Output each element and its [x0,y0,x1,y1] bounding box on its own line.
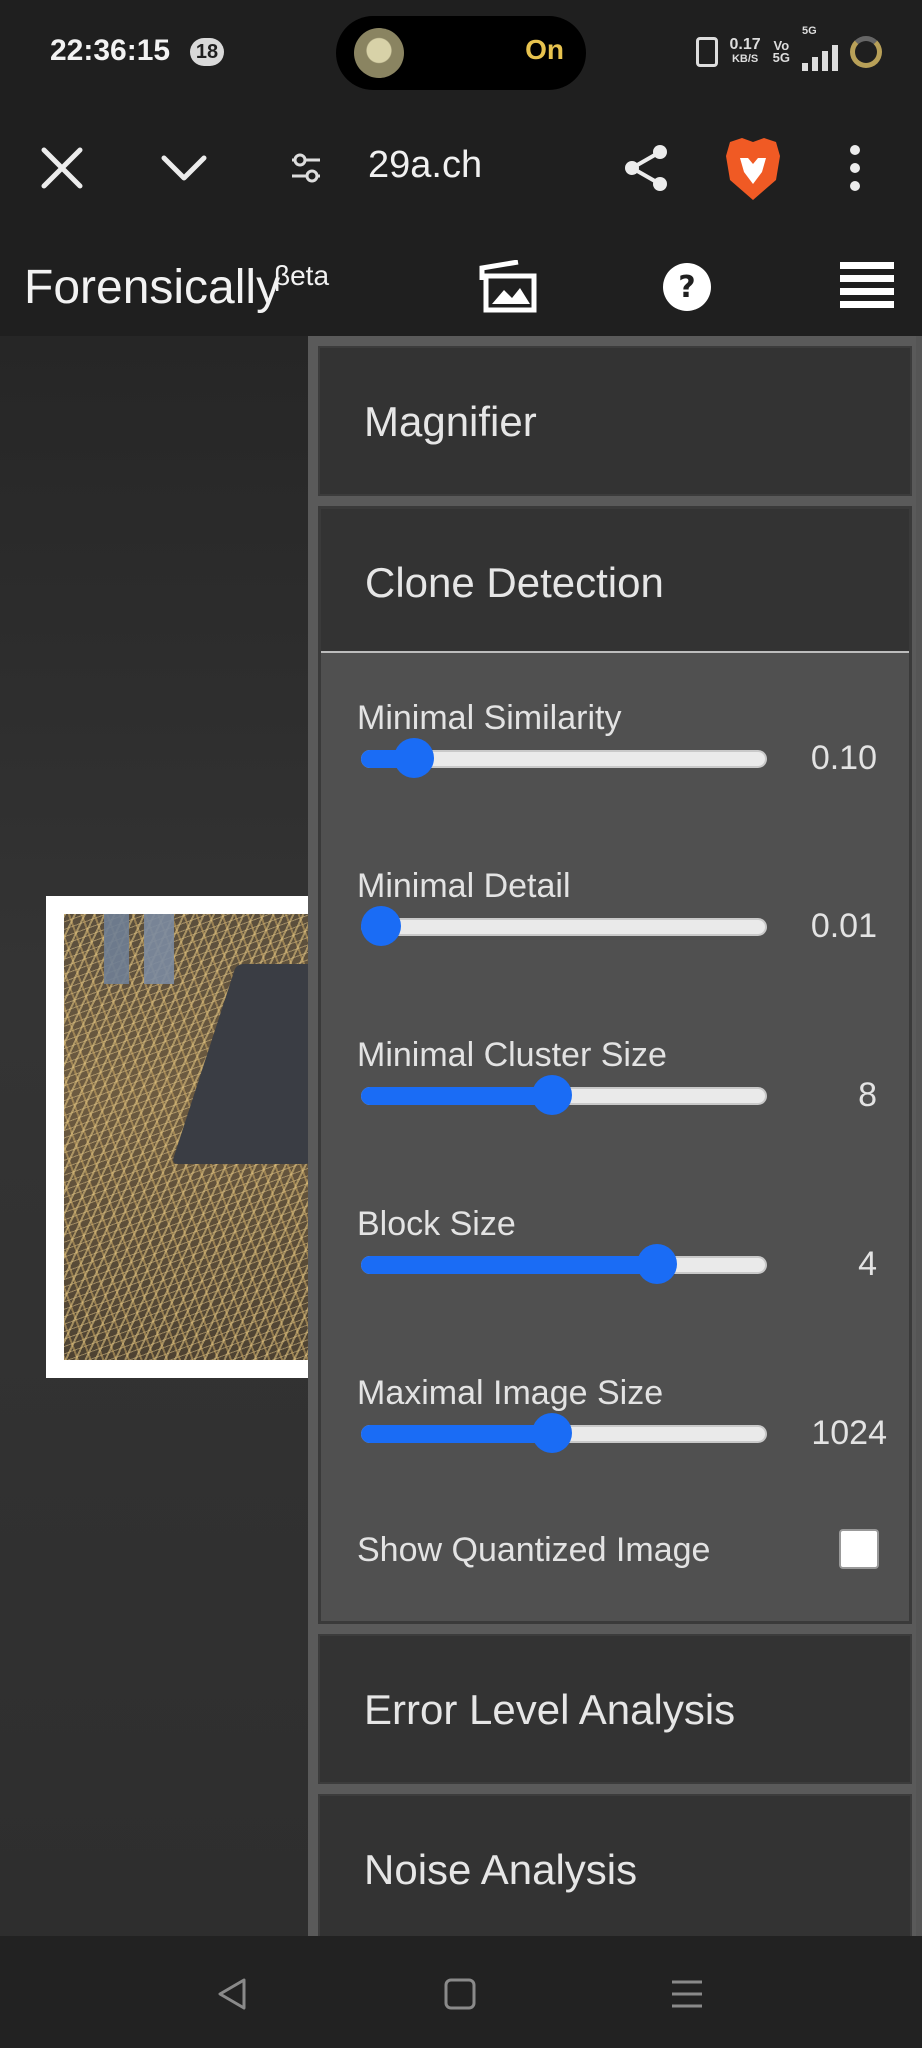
system-navigation-bar [0,1936,922,2048]
recent-apps-icon[interactable] [668,1976,706,2012]
block-size-value: 4 [858,1245,877,1283]
close-icon[interactable] [34,140,90,196]
minimal-similarity-label: Minimal Similarity [357,699,622,737]
slider-thumb[interactable] [394,738,434,778]
section-noise-analysis-title: Noise Analysis [364,1846,638,1893]
brave-shields-icon[interactable] [722,136,784,202]
network-speed: 0.17 KB/S [730,37,761,67]
show-quantized-image-label: Show Quantized Image [357,1531,711,1569]
network-speed-value: 0.17 [729,36,761,53]
section-magnifier[interactable]: Magnifier [318,346,912,496]
torch-status-text: On [525,34,564,65]
clone-detection-header[interactable]: Clone Detection [321,509,909,653]
svg-text:?: ? [678,270,695,305]
site-settings-icon[interactable] [286,148,326,188]
section-error-level-analysis-title: Error Level Analysis [364,1686,736,1733]
analyzed-image[interactable] [64,914,308,1360]
app-title: Forensically [24,261,281,314]
notification-count-badge: 18 [190,38,224,66]
maximal-image-size-slider[interactable] [361,1413,767,1453]
image-canvas[interactable] [0,336,308,1936]
browser-toolbar: 29a.ch [0,104,922,234]
volte-bottom: 5G [772,50,790,65]
battery-ring-icon [850,36,882,68]
minimal-detail-label: Minimal Detail [357,867,571,905]
open-image-icon[interactable] [478,260,538,314]
panel-scrollbar[interactable] [916,336,922,1936]
signal-strength-icon: 5G [802,25,838,71]
maximal-image-size-label: Maximal Image Size [357,1374,664,1412]
minimal-detail-slider[interactable] [361,906,767,946]
app-header: Forensically βeta ? [0,234,922,336]
minimal-cluster-size-value: 8 [858,1076,877,1114]
show-quantized-image-checkbox[interactable] [839,1529,879,1569]
maximal-image-size-value: 1024 [811,1414,887,1452]
minimal-detail-value: 0.01 [810,907,877,945]
share-icon[interactable] [618,140,674,196]
slider-thumb[interactable] [637,1244,677,1284]
menu-icon[interactable] [838,258,896,316]
image-frame [46,896,308,1378]
status-bar: 22:36:15 18 On 0.17 KB/S Vo 5G 5G [0,0,922,104]
section-noise-analysis[interactable]: Noise Analysis [318,1794,912,1944]
section-magnifier-title: Magnifier [364,398,537,445]
help-icon[interactable]: ? [662,262,712,312]
slider-thumb[interactable] [361,906,401,946]
section-clone-detection: Clone Detection Minimal Similarity 0.10 … [318,506,912,1624]
minimal-cluster-size-label: Minimal Cluster Size [357,1036,667,1074]
back-icon[interactable] [212,1976,252,2012]
section-error-level-analysis[interactable]: Error Level Analysis [318,1634,912,1784]
chevron-down-icon[interactable] [156,140,212,196]
status-time: 22:36:15 [50,34,171,67]
minimal-similarity-value: 0.10 [810,739,877,777]
minimal-cluster-size-slider[interactable] [361,1075,767,1115]
torch-pill[interactable]: On [336,16,586,90]
network-speed-unit: KB/S [731,53,759,65]
section-clone-detection-title: Clone Detection [365,559,664,606]
url-bar[interactable]: 29a.ch [368,144,482,187]
home-icon[interactable] [442,1976,478,2012]
status-indicators: 0.17 KB/S Vo 5G 5G [695,25,882,72]
volte-indicator: Vo 5G [772,39,790,65]
tools-panel: Magnifier Clone Detection Minimal Simila… [308,336,922,1944]
app-beta-label: βeta [274,260,330,291]
slider-thumb[interactable] [532,1075,572,1115]
slider-thumb[interactable] [532,1413,572,1453]
block-size-label: Block Size [357,1205,516,1243]
vibrate-icon [695,37,718,67]
more-options-icon[interactable] [840,140,870,196]
network-type-label: 5G [802,25,817,37]
minimal-similarity-slider[interactable] [361,738,767,778]
flashlight-icon [354,28,404,78]
block-size-slider[interactable] [361,1244,767,1284]
